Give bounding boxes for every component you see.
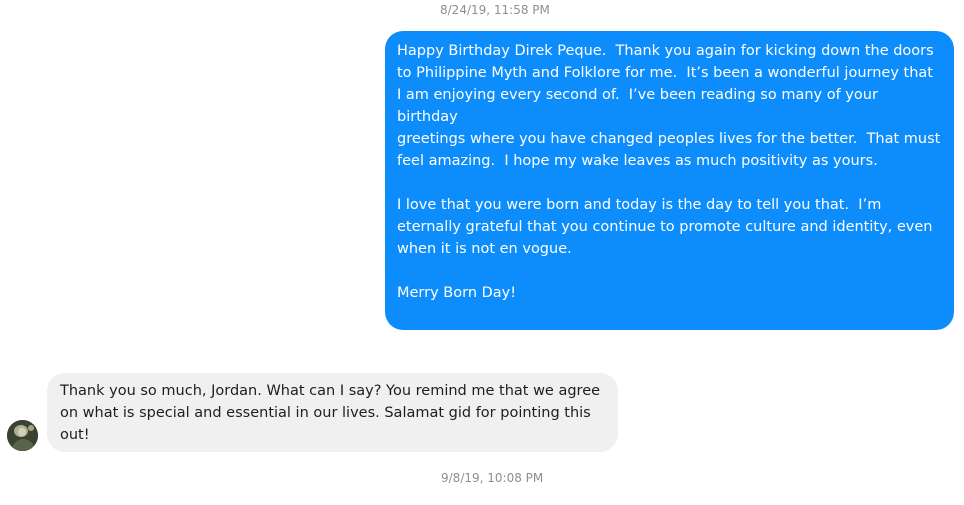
sent-message-bubble[interactable]: Happy Birthday Direk Peque. Thank you ag… — [385, 31, 954, 345]
avatar-photo-icon — [7, 420, 38, 451]
received-message-bubble[interactable]: Thank you so much, Jordan. What can I sa… — [47, 373, 618, 452]
sent-message-paragraph: Merry Born Day! — [397, 285, 517, 301]
sent-message-paragraph: I love that you were born and today is t… — [397, 197, 933, 257]
sent-message-paragraph: Jordan — [397, 329, 444, 345]
message-timestamp: 9/8/19, 10:08 PM — [441, 471, 544, 485]
sent-message-paragraph: Happy Birthday Direk Peque. Thank you ag… — [397, 43, 941, 169]
message-timestamp: 8/24/19, 11:58 PM — [440, 3, 550, 17]
contact-avatar[interactable] — [7, 420, 38, 451]
